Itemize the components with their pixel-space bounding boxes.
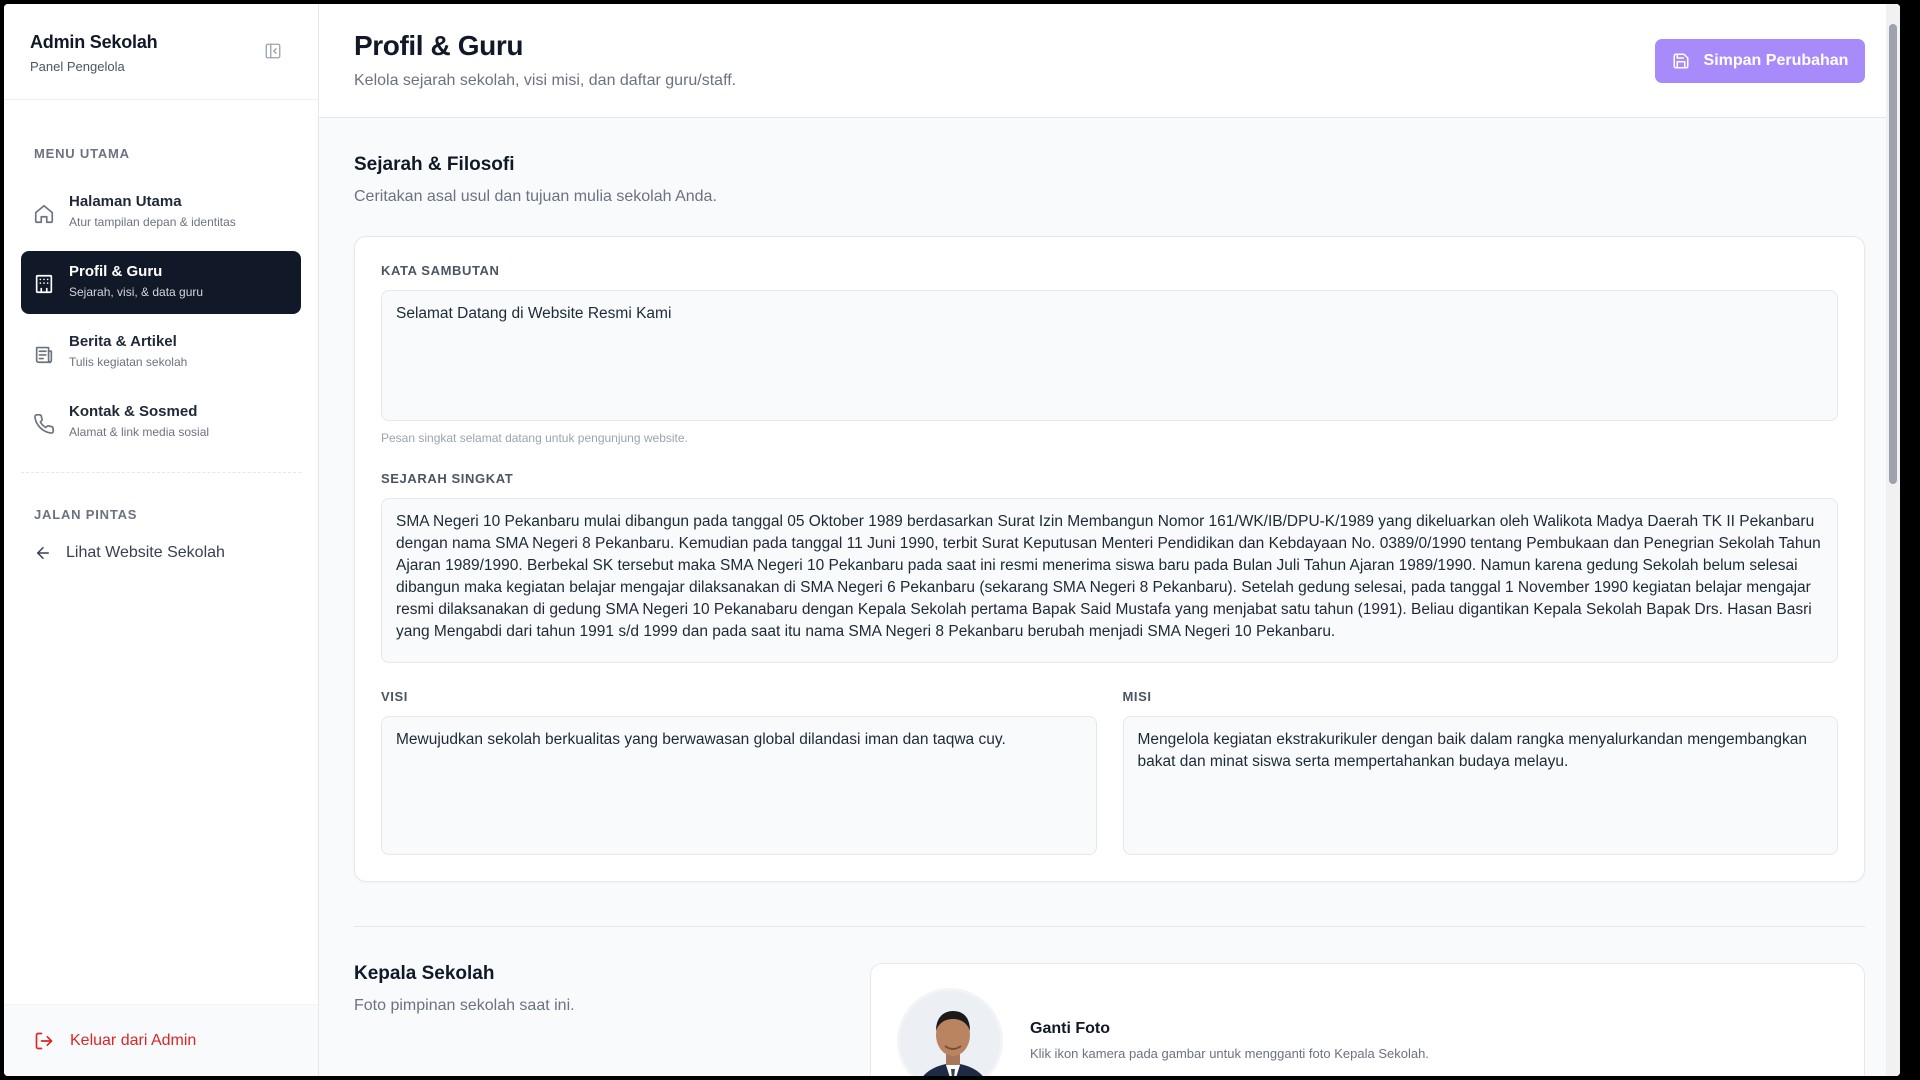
kepala-sekolah-card: Ganti Foto Klik ikon kamera pada gambar … xyxy=(870,963,1865,1076)
logout-label: Keluar dari Admin xyxy=(70,1031,197,1049)
sidebar-item-berita-artikel[interactable]: Berita & Artikel Tulis kegiatan sekolah xyxy=(21,321,301,384)
view-website-label: Lihat Website Sekolah xyxy=(66,544,225,561)
sidebar-brand: Admin Sekolah Panel Pengelola xyxy=(4,4,318,100)
sidebar-item-subtitle: Sejarah, visi, & data guru xyxy=(69,285,204,299)
save-button-label: Simpan Perubahan xyxy=(1703,52,1849,69)
app-window: Admin Sekolah Panel Pengelola MENU UTAMA… xyxy=(4,4,1900,1076)
section-subtitle-sejarah: Ceritakan asal usul dan tujuan mulia sek… xyxy=(354,188,717,205)
sidebar-item-title: Kontak & Sosmed xyxy=(69,403,198,420)
sidebar-nav: Halaman Utama Atur tampilan depan & iden… xyxy=(4,181,318,454)
section-subtitle-kepala: Foto pimpinan sekolah saat ini. xyxy=(354,997,575,1014)
page-subtitle: Kelola sejarah sekolah, visi misi, dan d… xyxy=(354,72,737,89)
brand-title: Admin Sekolah xyxy=(30,32,158,52)
sidebar-item-subtitle: Atur tampilan depan & identitas xyxy=(69,215,236,229)
page-header: Profil & Guru Kelola sejarah sekolah, vi… xyxy=(319,4,1900,118)
sidebar: Admin Sekolah Panel Pengelola MENU UTAMA… xyxy=(4,4,319,1076)
sejarah-form-card: KATA SAMBUTAN Selamat Datang di Website … xyxy=(354,236,1865,882)
kata-sambutan-textarea[interactable]: Selamat Datang di Website Resmi Kami xyxy=(381,290,1838,421)
kata-sambutan-hint: Pesan singkat selamat datang untuk pengu… xyxy=(381,431,688,445)
sejarah-singkat-textarea[interactable]: SMA Negeri 10 Pekanbaru mulai dibangun p… xyxy=(381,498,1838,663)
misi-field: MISI Mengelola kegiatan ekstrakurikuler … xyxy=(1122,689,1838,855)
logout-icon xyxy=(35,1032,53,1049)
kepala-sekolah-section: Kepala Sekolah Foto pimpinan sekolah saa… xyxy=(354,963,1865,1076)
visi-label: VISI xyxy=(381,689,408,704)
page-title: Profil & Guru xyxy=(354,30,524,61)
visi-textarea[interactable]: Mewujudkan sekolah berkualitas yang berw… xyxy=(381,716,1097,855)
section-title-kepala: Kepala Sekolah xyxy=(354,963,495,984)
save-button[interactable]: Simpan Perubahan xyxy=(1655,39,1865,83)
kepala-sekolah-intro: Kepala Sekolah Foto pimpinan sekolah saa… xyxy=(354,963,870,1076)
sidebar-collapse-icon[interactable] xyxy=(264,42,282,60)
ganti-foto-subtitle: Klik ikon kamera pada gambar untuk mengg… xyxy=(1030,1046,1429,1061)
visi-field: VISI Mewujudkan sekolah berkualitas yang… xyxy=(381,689,1097,855)
page-scrollbar[interactable] xyxy=(1886,4,1900,1076)
misi-textarea[interactable]: Mengelola kegiatan ekstrakurikuler denga… xyxy=(1122,716,1838,855)
arrow-left-icon xyxy=(37,547,49,559)
sidebar-item-title: Berita & Artikel xyxy=(69,333,177,350)
portrait-icon xyxy=(900,991,1000,1076)
ganti-foto-title: Ganti Foto xyxy=(1030,1020,1110,1037)
sidebar-item-subtitle: Tulis kegiatan sekolah xyxy=(69,355,188,369)
sejarah-singkat-label: SEJARAH SINGKAT xyxy=(381,471,514,486)
menu-section-label: MENU UTAMA xyxy=(34,146,130,161)
sidebar-item-profil-guru[interactable]: Profil & Guru Sejarah, visi, & data guru xyxy=(21,251,301,314)
kepala-sekolah-photo[interactable] xyxy=(897,988,1003,1076)
building-icon xyxy=(35,274,53,294)
brand-subtitle: Panel Pengelola xyxy=(30,59,125,74)
home-icon xyxy=(34,204,54,224)
sidebar-item-halaman-utama[interactable]: Halaman Utama Atur tampilan depan & iden… xyxy=(21,181,301,244)
section-title-sejarah: Sejarah & Filosofi xyxy=(354,154,515,175)
sidebar-item-kontak-sosmed[interactable]: Kontak & Sosmed Alamat & link media sosi… xyxy=(21,391,301,454)
visi-misi-row: VISI Mewujudkan sekolah berkualitas yang… xyxy=(381,689,1838,855)
section-divider xyxy=(354,926,1865,927)
main-content: Profil & Guru Kelola sejarah sekolah, vi… xyxy=(319,4,1900,1076)
misi-label: MISI xyxy=(1122,689,1152,704)
newspaper-icon xyxy=(35,346,53,364)
sidebar-item-title: Halaman Utama xyxy=(69,193,182,210)
kata-sambutan-label: KATA SAMBUTAN xyxy=(381,263,500,278)
view-website-link[interactable]: Lihat Website Sekolah xyxy=(4,538,318,568)
sidebar-item-subtitle: Alamat & link media sosial xyxy=(69,425,210,439)
scrollbar-thumb[interactable] xyxy=(1889,24,1897,484)
content-area: Sejarah & Filosofi Ceritakan asal usul d… xyxy=(319,154,1900,1076)
save-icon xyxy=(1673,53,1689,69)
sidebar-item-title: Profil & Guru xyxy=(69,263,163,280)
phone-icon xyxy=(34,414,54,434)
shortcut-section-label: JALAN PINTAS xyxy=(34,507,138,522)
logout-button[interactable]: Keluar dari Admin xyxy=(4,1004,318,1076)
